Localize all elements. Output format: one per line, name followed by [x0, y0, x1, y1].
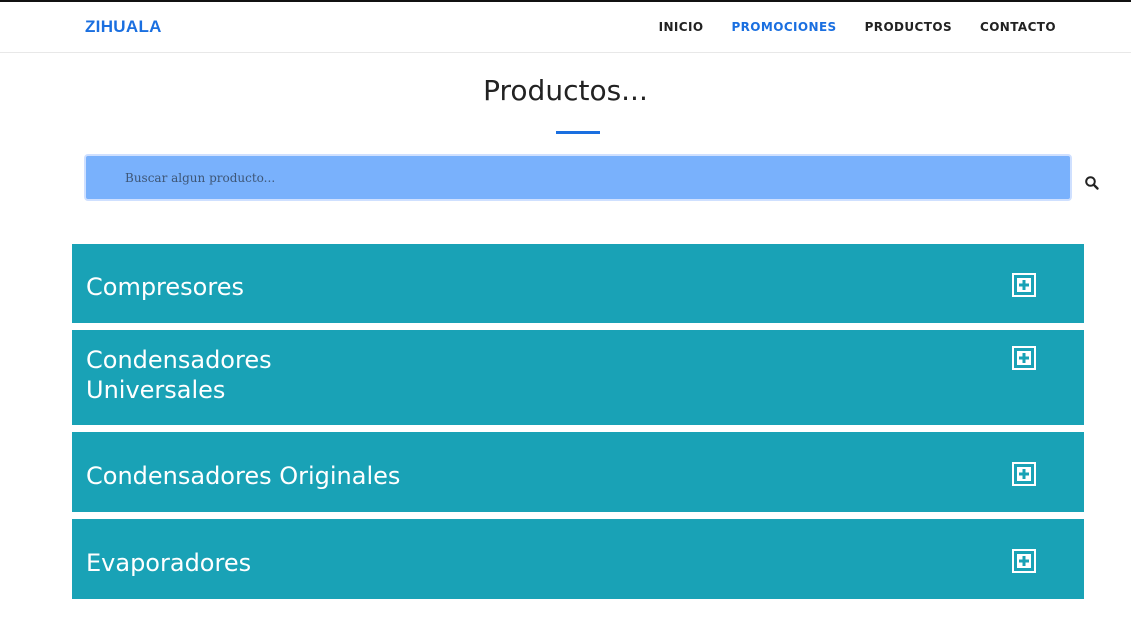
plus-square-icon[interactable]	[1012, 273, 1036, 297]
category-label: Condensadores Originales	[86, 462, 401, 490]
category-evaporadores[interactable]: Evaporadores	[72, 519, 1084, 599]
nav-item-promociones[interactable]: PROMOCIONES	[731, 20, 836, 34]
category-label: Evaporadores	[86, 549, 252, 577]
main-nav: INICIO PROMOCIONES PRODUCTOS CONTACTO	[659, 20, 1056, 34]
brand-logo[interactable]: ZIHUALA	[85, 17, 162, 37]
category-condensadores-originales[interactable]: Condensadores Originales	[72, 432, 1084, 512]
search-icon[interactable]	[1084, 175, 1100, 191]
plus-square-icon[interactable]	[1012, 346, 1036, 370]
category-label: Compresores	[86, 273, 244, 301]
plus-square-icon[interactable]	[1012, 549, 1036, 573]
page-title: Productos...	[483, 74, 648, 107]
nav-item-productos[interactable]: PRODUCTOS	[865, 20, 952, 34]
nav-item-inicio[interactable]: INICIO	[659, 20, 704, 34]
title-underline	[556, 131, 600, 134]
page: ZIHUALA INICIO PROMOCIONES PRODUCTOS CON…	[0, 0, 1131, 629]
plus-square-icon[interactable]	[1012, 462, 1036, 486]
category-condensadores-universales[interactable]: Condensadores Universales	[72, 330, 1084, 425]
category-compresores[interactable]: Compresores	[72, 244, 1084, 323]
search-input[interactable]	[84, 154, 1072, 201]
nav-item-contacto[interactable]: CONTACTO	[980, 20, 1056, 34]
category-label: Condensadores Universales	[86, 346, 272, 404]
navbar: ZIHUALA INICIO PROMOCIONES PRODUCTOS CON…	[0, 2, 1131, 53]
